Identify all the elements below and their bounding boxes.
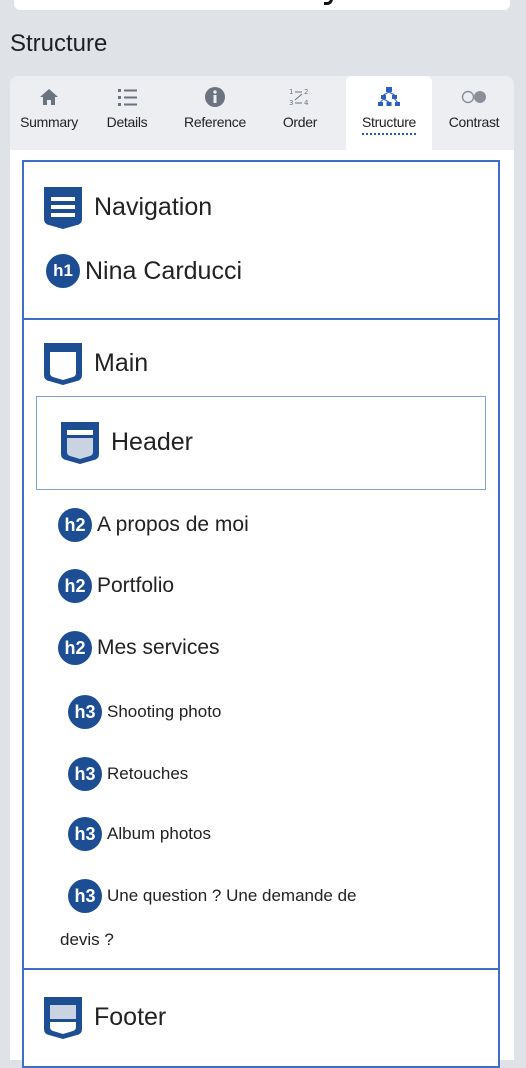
tab-structure[interactable]: Structure — [346, 76, 432, 150]
h2-badge: h2 — [58, 508, 92, 542]
footer-landmark[interactable]: Footer — [22, 968, 500, 1068]
main-landmark[interactable]: Main Header h2 A propos de moi h2 Portfo… — [22, 318, 500, 970]
list-icon — [116, 86, 138, 108]
heading-text: Une question ? Une demande de — [107, 886, 357, 905]
main-row: Main — [40, 340, 148, 386]
heading-text-continuation: devis ? — [60, 930, 114, 949]
panel-title: Structure — [10, 30, 108, 57]
tab-details[interactable]: Details — [92, 76, 162, 150]
home-icon — [38, 86, 60, 108]
header-landmark-icon — [61, 422, 99, 464]
svg-text:1: 1 — [289, 88, 293, 96]
cropped-glyph — [324, 0, 333, 5]
heading-text: Mes services — [97, 636, 220, 659]
tab-summary[interactable]: Summary — [10, 76, 88, 150]
svg-text:4: 4 — [304, 99, 309, 107]
footer-row: Footer — [40, 994, 166, 1040]
heading-h2[interactable]: h2 Mes services — [58, 631, 220, 665]
tab-bar: Summary Details Reference 12 34 Order St… — [10, 76, 514, 150]
heading-text: Portfolio — [97, 574, 175, 597]
h3-badge: h3 — [68, 817, 102, 851]
footer-label: Footer — [94, 1002, 167, 1031]
navigation-landmark[interactable]: Navigation h1 Nina Carducci — [22, 160, 500, 320]
header-landmark[interactable]: Header — [36, 396, 486, 490]
top-panel-edge — [14, 0, 510, 10]
heading-text: Retouches — [107, 764, 189, 783]
info-icon — [204, 86, 226, 108]
structure-tree-icon — [377, 86, 401, 108]
tab-reference[interactable]: Reference — [170, 76, 260, 150]
heading-h3[interactable]: h3 Album photos — [68, 817, 211, 851]
contrast-icon — [461, 86, 487, 108]
structure-content: Navigation h1 Nina Carducci Main Header — [10, 150, 514, 1068]
heading-text: Nina Carducci — [85, 256, 243, 285]
h2-badge: h2 — [58, 569, 92, 603]
heading-h3[interactable]: h3 Retouches — [68, 757, 188, 791]
navigation-label: Navigation — [94, 192, 213, 221]
tab-order[interactable]: 12 34 Order — [268, 76, 332, 150]
heading-h2[interactable]: h2 Portfolio — [58, 569, 174, 603]
svg-text:3: 3 — [289, 99, 293, 107]
svg-text:2: 2 — [304, 88, 308, 96]
main-landmark-icon — [44, 343, 82, 385]
heading-h1[interactable]: h1 Nina Carducci — [46, 254, 242, 288]
navigation-landmark-icon — [44, 187, 82, 229]
heading-text: A propos de moi — [97, 513, 249, 536]
header-row: Header — [57, 419, 193, 465]
h1-badge: h1 — [46, 254, 80, 288]
heading-text: Album photos — [107, 824, 211, 843]
navigation-row: Navigation — [40, 184, 212, 230]
footer-landmark-icon — [44, 997, 82, 1039]
order-icon: 1 2 3 4 — [287, 86, 313, 108]
h2-badge: h2 — [58, 631, 92, 665]
tab-contrast[interactable]: Contrast — [436, 76, 512, 150]
h3-badge: h3 — [68, 695, 102, 729]
h3-badge: h3 — [68, 879, 102, 913]
h3-badge: h3 — [68, 757, 102, 791]
heading-h3[interactable]: h3 Une question ? Une demande de — [68, 879, 357, 913]
heading-h3[interactable]: h3 Shooting photo — [68, 695, 221, 729]
header-label: Header — [111, 427, 193, 456]
heading-text: Shooting photo — [107, 702, 222, 721]
heading-h2[interactable]: h2 A propos de moi — [58, 508, 249, 542]
main-label: Main — [94, 348, 149, 377]
